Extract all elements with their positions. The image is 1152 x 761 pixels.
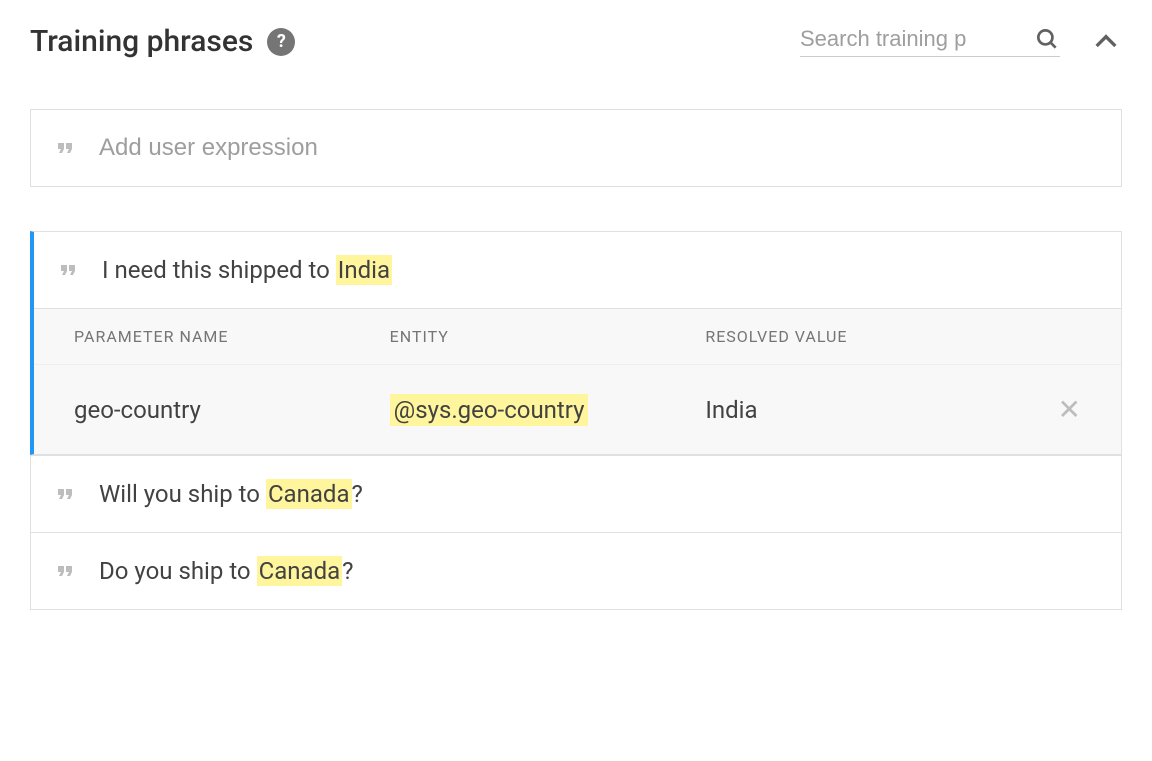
entity-highlight[interactable]: Canada bbox=[266, 479, 352, 509]
col-parameter-name: PARAMETER NAME bbox=[74, 327, 390, 346]
add-expression-container bbox=[30, 109, 1122, 187]
add-expression-input[interactable] bbox=[99, 134, 1099, 162]
phrase-list: Will you ship to Canada? Do you ship to … bbox=[30, 455, 1122, 610]
phrase-text: I need this shipped to India bbox=[102, 256, 392, 284]
phrase-text: Will you ship to Canada? bbox=[99, 480, 363, 508]
quote-icon bbox=[56, 258, 80, 282]
entity-highlight[interactable]: Canada bbox=[257, 556, 343, 586]
entity-chip[interactable]: @sys.geo-country bbox=[390, 394, 589, 426]
col-resolved-value: RESOLVED VALUE bbox=[705, 327, 1021, 346]
training-phrase-row[interactable]: I need this shipped to India bbox=[34, 232, 1121, 308]
collapse-icon[interactable] bbox=[1090, 26, 1122, 58]
section-title: Training phrases bbox=[30, 24, 253, 59]
quote-icon bbox=[53, 482, 77, 506]
phrase-text: Do you ship to Canada? bbox=[99, 557, 354, 585]
header-left: Training phrases ? bbox=[30, 24, 295, 59]
selected-phrase-block: I need this shipped to India PARAMETER N… bbox=[30, 231, 1122, 455]
param-name-cell: geo-country bbox=[74, 396, 390, 424]
quote-icon bbox=[53, 559, 77, 583]
param-table-row[interactable]: geo-country @sys.geo-country India ✕ bbox=[34, 364, 1121, 454]
header-right bbox=[800, 26, 1122, 58]
search-input[interactable] bbox=[800, 26, 1034, 52]
search-field[interactable] bbox=[800, 26, 1060, 57]
col-entity: ENTITY bbox=[390, 327, 706, 346]
quote-icon bbox=[53, 136, 77, 160]
training-phrase-row[interactable]: Will you ship to Canada? bbox=[31, 455, 1121, 532]
help-icon[interactable]: ? bbox=[267, 28, 295, 56]
resolved-value-cell: India bbox=[705, 396, 1021, 424]
entity-highlight[interactable]: India bbox=[336, 255, 392, 285]
training-phrase-row[interactable]: Do you ship to Canada? bbox=[31, 532, 1121, 609]
parameter-table: PARAMETER NAME ENTITY RESOLVED VALUE geo… bbox=[34, 308, 1121, 454]
add-expression-row[interactable] bbox=[31, 110, 1121, 186]
delete-param-icon[interactable]: ✕ bbox=[1058, 393, 1081, 426]
param-table-header: PARAMETER NAME ENTITY RESOLVED VALUE bbox=[34, 308, 1121, 364]
section-header: Training phrases ? bbox=[30, 24, 1122, 59]
search-icon[interactable] bbox=[1034, 26, 1060, 52]
